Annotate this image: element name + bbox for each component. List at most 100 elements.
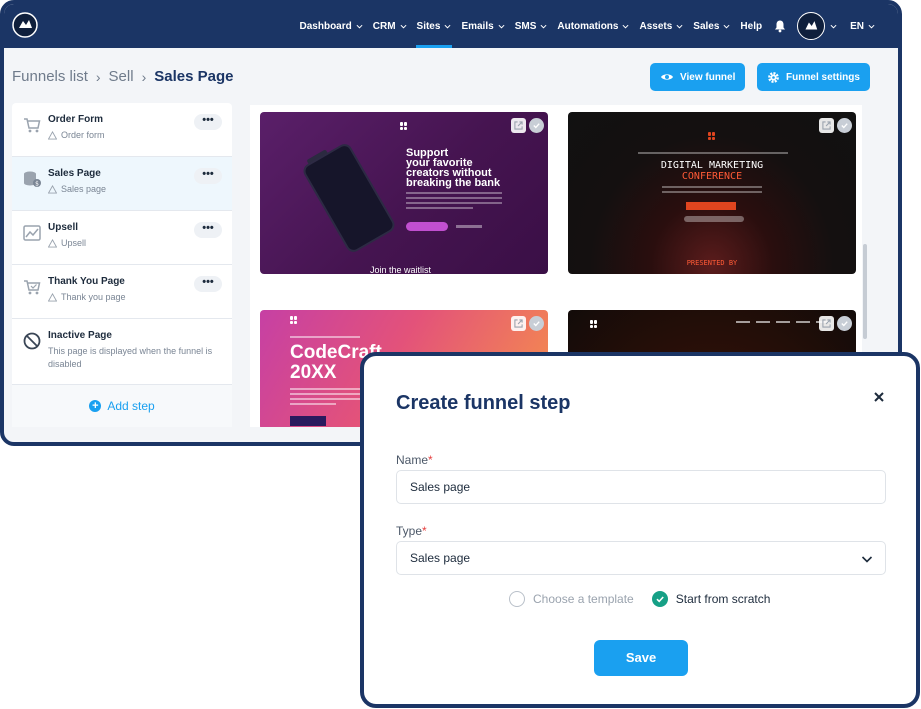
gear-icon	[768, 71, 779, 83]
template-speakers	[684, 216, 744, 222]
required-mark: *	[422, 524, 427, 538]
nav-label: Sales	[693, 20, 720, 32]
template-scrollbar[interactable]	[863, 244, 867, 339]
external-link-icon[interactable]	[511, 316, 526, 331]
nav-dashboard[interactable]: Dashboard	[295, 4, 368, 48]
template-nav	[730, 321, 830, 323]
nav-label: Automations	[557, 20, 619, 32]
logo-icon[interactable]	[12, 12, 38, 38]
type-label: Type*	[396, 524, 427, 538]
step-options-button[interactable]: •••	[194, 168, 222, 184]
template-card-conference[interactable]: DIGITAL MARKETING CONFERENCE PRESENTED B…	[568, 112, 856, 274]
ban-icon	[23, 332, 41, 350]
view-funnel-label: View funnel	[680, 71, 736, 83]
nav-sms[interactable]: SMS	[510, 4, 553, 48]
nav-label: Sites	[416, 20, 441, 32]
chevron-down-icon	[622, 24, 629, 29]
nav-label: Help	[740, 20, 763, 32]
type-select[interactable]: Sales page	[396, 541, 886, 575]
user-menu[interactable]	[797, 12, 837, 40]
template-card-waitlist[interactable]: Support your favorite creators without b…	[260, 112, 548, 274]
headline-line: breaking the bank	[406, 177, 501, 189]
language-label: EN	[850, 20, 864, 32]
step-upsell[interactable]: Upsell Upsell •••	[12, 211, 232, 265]
step-order-form[interactable]: Order Form Order form •••	[12, 103, 232, 157]
external-link-icon[interactable]	[819, 316, 834, 331]
breadcrumb: Funnels list › Sell › Sales Page	[12, 68, 233, 85]
template-tools	[816, 118, 852, 133]
avatar	[797, 12, 826, 40]
add-step-button[interactable]: + Add step	[12, 385, 232, 427]
step-options-button[interactable]: •••	[194, 222, 222, 238]
template-meta-line	[290, 336, 360, 338]
eye-icon	[661, 74, 673, 80]
plus-circle-icon: +	[89, 400, 102, 412]
step-subtitle-text: Order form	[61, 130, 105, 140]
external-link-icon[interactable]	[819, 118, 834, 133]
breadcrumb-funnels-list[interactable]: Funnels list	[12, 68, 88, 85]
name-label-text: Name	[396, 453, 429, 467]
view-funnel-button[interactable]: View funnel	[650, 63, 746, 91]
nav-crm[interactable]: CRM	[368, 4, 412, 48]
nav-sites[interactable]: Sites	[412, 4, 457, 48]
start-option-group: Choose a template Start from scratch	[509, 591, 770, 607]
nav-sales[interactable]: Sales	[688, 4, 735, 48]
close-icon[interactable]	[872, 390, 886, 404]
start-from-scratch-label[interactable]: Start from scratch	[676, 592, 771, 606]
start-from-scratch-radio[interactable]	[651, 591, 668, 607]
headline-line: CONFERENCE	[681, 171, 743, 182]
chevron-down-icon	[861, 556, 873, 563]
name-input-value: Sales page	[410, 480, 471, 494]
select-check-icon[interactable]	[837, 316, 852, 331]
nav-assets[interactable]: Assets	[634, 4, 688, 48]
select-check-icon[interactable]	[529, 118, 544, 133]
breadcrumb-sell[interactable]: Sell	[109, 68, 134, 85]
step-options-button[interactable]: •••	[194, 276, 222, 292]
cart-check-icon	[24, 280, 41, 295]
name-input[interactable]: Sales page	[396, 470, 886, 504]
chevron-down-icon	[356, 24, 363, 29]
template-logo-icon	[290, 316, 298, 324]
select-check-icon[interactable]	[529, 316, 544, 331]
template-body-text	[662, 186, 762, 196]
step-inactive-page[interactable]: Inactive Page This page is displayed whe…	[12, 319, 232, 385]
step-sales-page[interactable]: $ Sales Page Sales page •••	[12, 157, 232, 211]
external-link-icon[interactable]	[511, 118, 526, 133]
warning-icon	[48, 184, 57, 194]
language-switcher[interactable]: EN	[845, 4, 880, 48]
nav-emails[interactable]: Emails	[456, 4, 509, 48]
template-logo-icon	[590, 320, 598, 328]
save-button[interactable]: Save	[594, 640, 688, 676]
chevron-down-icon	[498, 24, 505, 29]
step-subtitle: Thank you page	[48, 292, 232, 302]
nav-label: Assets	[639, 20, 673, 32]
template-tools	[508, 316, 544, 331]
top-navigation-bar: Dashboard CRM Sites Emails SMS Automatio…	[4, 4, 898, 48]
step-subtitle-text: Upsell	[61, 238, 87, 248]
nav-automations[interactable]: Automations	[552, 4, 634, 48]
template-tools	[816, 316, 852, 331]
template-body-text	[406, 192, 502, 216]
bell-icon[interactable]	[773, 19, 787, 33]
step-subtitle-text: Sales page	[61, 184, 107, 194]
select-check-icon[interactable]	[837, 118, 852, 133]
check-icon	[656, 596, 664, 603]
type-select-value: Sales page	[410, 551, 471, 565]
headline-line: DIGITAL MARKETING	[660, 160, 764, 171]
template-body-text	[290, 388, 366, 408]
choose-template-radio[interactable]	[509, 591, 525, 607]
chart-icon	[23, 225, 41, 241]
template-tools	[508, 118, 544, 133]
create-funnel-step-modal: Create funnel step Name* Sales page Type…	[360, 352, 920, 708]
step-options-button[interactable]: •••	[194, 114, 222, 130]
choose-template-label[interactable]: Choose a template	[533, 592, 634, 606]
step-title: Inactive Page	[48, 330, 112, 341]
cart-icon	[24, 118, 41, 133]
template-meta-line	[638, 152, 788, 154]
template-footer-text: PRESENTED BY	[686, 259, 738, 267]
nav-help[interactable]: Help	[735, 4, 767, 48]
chevron-down-icon	[676, 24, 683, 29]
avatar-logo-icon	[805, 21, 818, 30]
step-thank-you-page[interactable]: Thank You Page Thank you page •••	[12, 265, 232, 319]
funnel-settings-button[interactable]: Funnel settings	[757, 63, 870, 91]
